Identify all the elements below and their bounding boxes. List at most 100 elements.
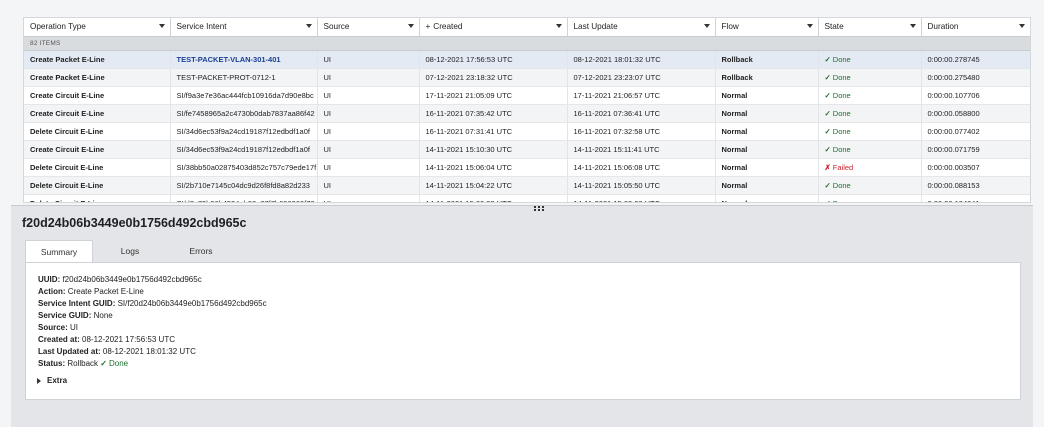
cell-source: UI bbox=[317, 194, 420, 202]
cell-operation-type: Create Circuit E-Line bbox=[24, 104, 171, 123]
cell-state: ✓ Done bbox=[818, 86, 922, 105]
field-label: Created at: bbox=[38, 335, 80, 344]
cell-created: 14-11-2021 15:04:22 UTC bbox=[419, 176, 568, 195]
detail-tabs: Summary Logs Errors bbox=[25, 240, 238, 263]
column-header-flow[interactable]: Flow bbox=[715, 18, 819, 37]
field-created-at: Created at: 08-12-2021 17:56:53 UTC bbox=[38, 335, 175, 344]
column-menu-caret-icon[interactable] bbox=[1018, 24, 1025, 28]
operations-table: Operation Type Service Intent Source + Creat… bbox=[24, 18, 1030, 202]
extra-toggle[interactable]: Extra bbox=[37, 376, 67, 385]
cell-source: UI bbox=[317, 140, 420, 159]
cell-operation-type: Create Packet E-Line bbox=[24, 68, 171, 87]
column-header-service-intent[interactable]: Service Intent bbox=[170, 18, 318, 37]
column-header-label: Last Update bbox=[573, 22, 618, 32]
column-header-label: Source bbox=[323, 22, 350, 32]
column-header-operation-type[interactable]: Operation Type bbox=[24, 18, 171, 37]
detail-panel: f20d24b06b3449e0b1756d492cbd965c Summary… bbox=[11, 205, 1033, 427]
cell-source: UI bbox=[317, 86, 420, 105]
operations-table-panel: Operation Type Service Intent Source + Creat… bbox=[23, 17, 1031, 203]
cell-service-intent: SI/38bb50a02875403d852c757c79ede17f bbox=[170, 158, 318, 177]
table-row[interactable]: Delete Circuit E-Line SI/2b710e7145c04dc9… bbox=[24, 176, 1030, 195]
table-row[interactable]: Delete Circuit E-Line SI/d2c72b86b4594eb9… bbox=[24, 194, 1030, 202]
cell-source: UI bbox=[317, 176, 420, 195]
cell-flow: Normal bbox=[715, 104, 819, 123]
cell-flow: Rollback bbox=[715, 68, 819, 87]
cell-last-update: 17-11-2021 21:06:57 UTC bbox=[567, 86, 716, 105]
column-header-created[interactable]: + Created bbox=[419, 18, 568, 37]
tab-logs[interactable]: Logs bbox=[96, 240, 164, 262]
cell-created: 17-11-2021 21:05:09 UTC bbox=[419, 86, 568, 105]
cell-last-update: 16-11-2021 07:36:41 UTC bbox=[567, 104, 716, 123]
cell-source: UI bbox=[317, 104, 420, 123]
cell-duration: 0:00:00.071759 bbox=[921, 140, 1030, 159]
table-row[interactable]: Create Packet E-Line TEST-PACKET-PROT-071… bbox=[24, 68, 1030, 87]
cell-last-update: 14-11-2021 15:06:08 UTC bbox=[567, 158, 716, 177]
state-label: Done bbox=[832, 144, 851, 154]
cell-flow: Normal bbox=[715, 86, 819, 105]
column-header-label: State bbox=[824, 22, 844, 32]
panel-splitter[interactable] bbox=[11, 203, 1033, 211]
cell-created: 14-11-2021 15:10:30 UTC bbox=[419, 140, 568, 159]
column-header-state[interactable]: State bbox=[818, 18, 922, 37]
cell-service-intent: TEST-PACKET-VLAN-301-401 bbox=[170, 50, 318, 69]
cell-last-update: 08-12-2021 18:01:32 UTC bbox=[567, 50, 716, 69]
field-service-guid: Service GUID: None bbox=[38, 311, 113, 320]
tab-errors[interactable]: Errors bbox=[167, 240, 235, 262]
cell-operation-type: Delete Circuit E-Line bbox=[24, 122, 171, 141]
cell-last-update: 14-11-2021 15:02:38 UTC bbox=[567, 194, 716, 202]
cell-last-update: 07-12-2021 23:23:07 UTC bbox=[567, 68, 716, 87]
column-header-duration[interactable]: Duration bbox=[921, 18, 1030, 37]
field-label: UUID: bbox=[38, 275, 61, 284]
cell-operation-type: Create Packet E-Line bbox=[24, 50, 171, 69]
table-row[interactable]: Create Circuit E-Line SI/34d6ec53f9a24cd1… bbox=[24, 140, 1030, 159]
drag-handle-icon[interactable] bbox=[534, 206, 544, 212]
cell-duration: 0:00:00.003507 bbox=[921, 158, 1030, 177]
table-row[interactable]: Create Packet E-Line TEST-PACKET-VLAN-301… bbox=[24, 50, 1030, 69]
extra-label: Extra bbox=[47, 376, 68, 385]
column-menu-caret-icon[interactable] bbox=[703, 24, 710, 28]
table-row[interactable]: Delete Circuit E-Line SI/38bb50a02875403d… bbox=[24, 158, 1030, 177]
detail-title: f20d24b06b3449e0b1756d492cbd965c bbox=[22, 216, 247, 230]
column-menu-caret-icon[interactable] bbox=[909, 24, 916, 28]
field-status: Status: Rollback ✓ Done bbox=[38, 359, 128, 368]
check-icon: ✓ bbox=[824, 90, 831, 100]
check-icon: ✓ bbox=[824, 144, 831, 154]
column-menu-caret-icon[interactable] bbox=[305, 24, 312, 28]
field-uuid: UUID: f20d24b06b3449e0b1756d492cbd965c bbox=[38, 275, 202, 284]
status-state: ✓ Done bbox=[100, 359, 128, 368]
item-count-label: 82 ITEMS bbox=[24, 36, 1030, 51]
cell-last-update: 16-11-2021 07:32:58 UTC bbox=[567, 122, 716, 141]
cell-last-update: 14-11-2021 15:05:50 UTC bbox=[567, 176, 716, 195]
cell-duration: 0:00:00.077402 bbox=[921, 122, 1030, 141]
cell-service-intent: TEST-PACKET-PROT-0712-1 bbox=[170, 68, 318, 87]
cell-flow: Normal bbox=[715, 158, 819, 177]
cell-operation-type: Create Circuit E-Line bbox=[24, 86, 171, 105]
cell-flow: Normal bbox=[715, 122, 819, 141]
cell-state: ✓ Done bbox=[818, 140, 922, 159]
column-header-label: Flow bbox=[721, 22, 739, 32]
item-count-row: 82 ITEMS bbox=[24, 36, 1030, 51]
cross-icon: ✗ bbox=[824, 162, 831, 172]
check-icon: ✓ bbox=[824, 54, 831, 64]
tab-summary[interactable]: Summary bbox=[25, 240, 93, 263]
field-value: 08-12-2021 18:01:32 UTC bbox=[102, 347, 196, 356]
table-row[interactable]: Delete Circuit E-Line SI/34d6ec53f9a24cd1… bbox=[24, 122, 1030, 141]
column-menu-caret-icon[interactable] bbox=[158, 24, 165, 28]
field-service-intent-guid: Service Intent GUID: SI/f20d24b06b3449e0… bbox=[38, 299, 267, 308]
state-label: Done bbox=[832, 108, 851, 118]
column-header-last-update[interactable]: Last Update bbox=[567, 18, 716, 37]
check-icon: ✓ bbox=[824, 72, 831, 82]
cell-created: 16-11-2021 07:31:41 UTC bbox=[419, 122, 568, 141]
column-menu-caret-icon[interactable] bbox=[806, 24, 813, 28]
state-label: Done bbox=[832, 90, 851, 100]
column-menu-caret-icon[interactable] bbox=[407, 24, 414, 28]
check-icon: ✓ bbox=[824, 180, 831, 190]
caret-right-icon bbox=[37, 377, 41, 384]
cell-flow: Rollback bbox=[715, 50, 819, 69]
table-row[interactable]: Create Circuit E-Line SI/f9a3e7e36ac444fc… bbox=[24, 86, 1030, 105]
column-header-source[interactable]: Source bbox=[317, 18, 420, 37]
field-label: Last Updated at: bbox=[38, 347, 101, 356]
column-menu-caret-icon[interactable] bbox=[555, 24, 562, 28]
table-row[interactable]: Create Circuit E-Line SI/fe7458965a2c4730… bbox=[24, 104, 1030, 123]
field-value: SI/f20d24b06b3449e0b1756d492cbd965c bbox=[117, 299, 267, 308]
